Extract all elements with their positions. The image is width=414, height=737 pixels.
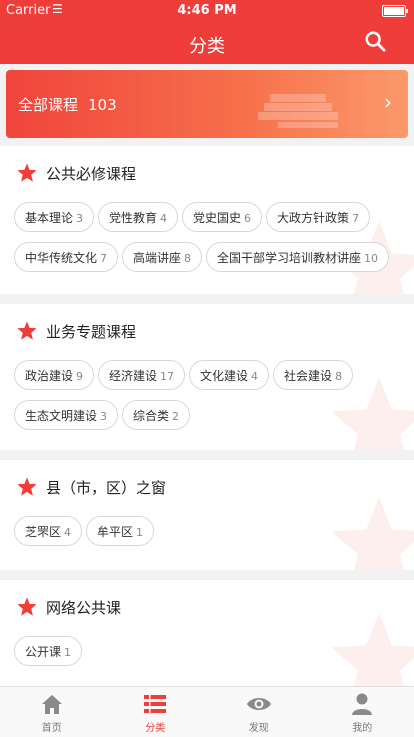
tag-count: 3 <box>100 410 107 423</box>
tag-name: 党性教育 <box>109 211 157 225</box>
tag-name: 芝罘区 <box>25 525 61 539</box>
category-tag[interactable]: 党史国史6 <box>182 202 262 232</box>
category-tag[interactable]: 芝罘区4 <box>14 516 82 546</box>
tab-label: 分类 <box>104 719 208 734</box>
tag-count: 10 <box>364 252 378 265</box>
tag-count: 4 <box>64 526 71 539</box>
tag-list: 公开课1 <box>14 636 400 676</box>
section-title-text: 县（市，区）之窗 <box>46 477 166 498</box>
eye-icon <box>246 691 272 717</box>
category-tag[interactable]: 党性教育4 <box>98 202 178 232</box>
tag-name: 全国干部学习培训教材讲座 <box>217 251 361 265</box>
search-icon[interactable] <box>364 30 386 52</box>
battery-icon <box>382 5 406 17</box>
user-icon <box>349 691 375 717</box>
tag-name: 综合类 <box>133 409 169 423</box>
section-county-window: 县（市，区）之窗芝罘区4牟平区1 <box>0 460 414 570</box>
tag-list: 政治建设9经济建设17文化建设4社会建设8生态文明建设3综合类2 <box>14 360 400 440</box>
tag-count: 7 <box>352 212 359 225</box>
tab-category[interactable]: 分类 <box>104 687 208 737</box>
star-icon <box>16 476 38 498</box>
tab-label: 发现 <box>207 719 311 734</box>
tag-count: 1 <box>64 646 71 659</box>
section-title: 网络公共课 <box>16 594 121 620</box>
tag-count: 6 <box>244 212 251 225</box>
section-business-topics: 业务专题课程政治建设9经济建设17文化建设4社会建设8生态文明建设3综合类2 <box>0 304 414 450</box>
category-tag[interactable]: 公开课1 <box>14 636 82 666</box>
books-illustration <box>248 82 348 132</box>
category-tag[interactable]: 经济建设17 <box>98 360 185 390</box>
category-tag[interactable]: 生态文明建设3 <box>14 400 118 430</box>
all-courses-banner[interactable]: 全部课程 103 › <box>6 70 408 138</box>
tag-name: 高端讲座 <box>133 251 181 265</box>
section-title: 业务专题课程 <box>16 318 136 344</box>
category-tag[interactable]: 高端讲座8 <box>122 242 202 272</box>
tag-list: 基本理论3党性教育4党史国史6大政方针政策7中华传统文化7高端讲座8全国干部学习… <box>14 202 400 282</box>
section-title-text: 网络公共课 <box>46 597 121 618</box>
category-tag[interactable]: 综合类2 <box>122 400 190 430</box>
tag-count: 17 <box>160 370 174 383</box>
tab-label: 首页 <box>0 719 104 734</box>
tag-count: 2 <box>172 410 179 423</box>
tab-home[interactable]: 首页 <box>0 687 104 737</box>
category-tag[interactable]: 社会建设8 <box>273 360 353 390</box>
tab-label: 我的 <box>311 719 414 734</box>
tab-discover[interactable]: 发现 <box>207 687 311 737</box>
tab-bar: 首页 分类 发现 我的 <box>0 686 414 737</box>
tag-name: 公开课 <box>25 645 61 659</box>
section-online-public: 网络公共课公开课1 <box>0 580 414 686</box>
tag-name: 基本理论 <box>25 211 73 225</box>
category-tag[interactable]: 全国干部学习培训教材讲座10 <box>206 242 389 272</box>
tag-name: 政治建设 <box>25 369 73 383</box>
tag-name: 党史国史 <box>193 211 241 225</box>
app-header: Carrier ☰ 4:46 PM 分类 <box>0 0 414 64</box>
star-icon <box>16 596 38 618</box>
chevron-right-icon: › <box>384 90 392 114</box>
category-list-icon <box>142 691 168 717</box>
category-tag[interactable]: 牟平区1 <box>86 516 154 546</box>
section-title: 公共必修课程 <box>16 160 136 186</box>
page-title: 分类 <box>0 32 414 58</box>
category-tag[interactable]: 中华传统文化7 <box>14 242 118 272</box>
category-list[interactable]: 全部课程103 › 公共必修课程基本理论3党性教育4党史国史6大政方针政策7中华… <box>0 64 414 686</box>
status-bar: Carrier ☰ 4:46 PM <box>0 0 414 20</box>
tag-name: 文化建设 <box>200 369 248 383</box>
all-courses-text: 全部课程 <box>18 96 78 114</box>
section-public-required: 公共必修课程基本理论3党性教育4党史国史6大政方针政策7中华传统文化7高端讲座8… <box>0 146 414 294</box>
tag-list: 芝罘区4牟平区1 <box>14 516 400 556</box>
status-time: 4:46 PM <box>0 3 414 18</box>
section-title-text: 业务专题课程 <box>46 321 136 342</box>
tag-name: 中华传统文化 <box>25 251 97 265</box>
home-icon <box>39 691 65 717</box>
tab-mine[interactable]: 我的 <box>311 687 414 737</box>
category-tag[interactable]: 大政方针政策7 <box>266 202 370 232</box>
all-courses-count: 103 <box>88 96 117 114</box>
all-courses-label: 全部课程 103 <box>18 94 117 115</box>
category-tag[interactable]: 文化建设4 <box>189 360 269 390</box>
tag-name: 社会建设 <box>284 369 332 383</box>
tag-count: 8 <box>184 252 191 265</box>
tag-count: 7 <box>100 252 107 265</box>
tag-count: 9 <box>76 370 83 383</box>
section-title: 县（市，区）之窗 <box>16 474 166 500</box>
tag-name: 生态文明建设 <box>25 409 97 423</box>
section-title-text: 公共必修课程 <box>46 163 136 184</box>
tag-name: 牟平区 <box>97 525 133 539</box>
category-tag[interactable]: 基本理论3 <box>14 202 94 232</box>
tag-count: 4 <box>160 212 167 225</box>
tag-name: 经济建设 <box>109 369 157 383</box>
tag-count: 3 <box>76 212 83 225</box>
star-icon <box>16 320 38 342</box>
tag-count: 8 <box>335 370 342 383</box>
category-tag[interactable]: 政治建设9 <box>14 360 94 390</box>
tag-count: 1 <box>136 526 143 539</box>
tag-name: 大政方针政策 <box>277 211 349 225</box>
star-icon <box>16 162 38 184</box>
tag-count: 4 <box>251 370 258 383</box>
